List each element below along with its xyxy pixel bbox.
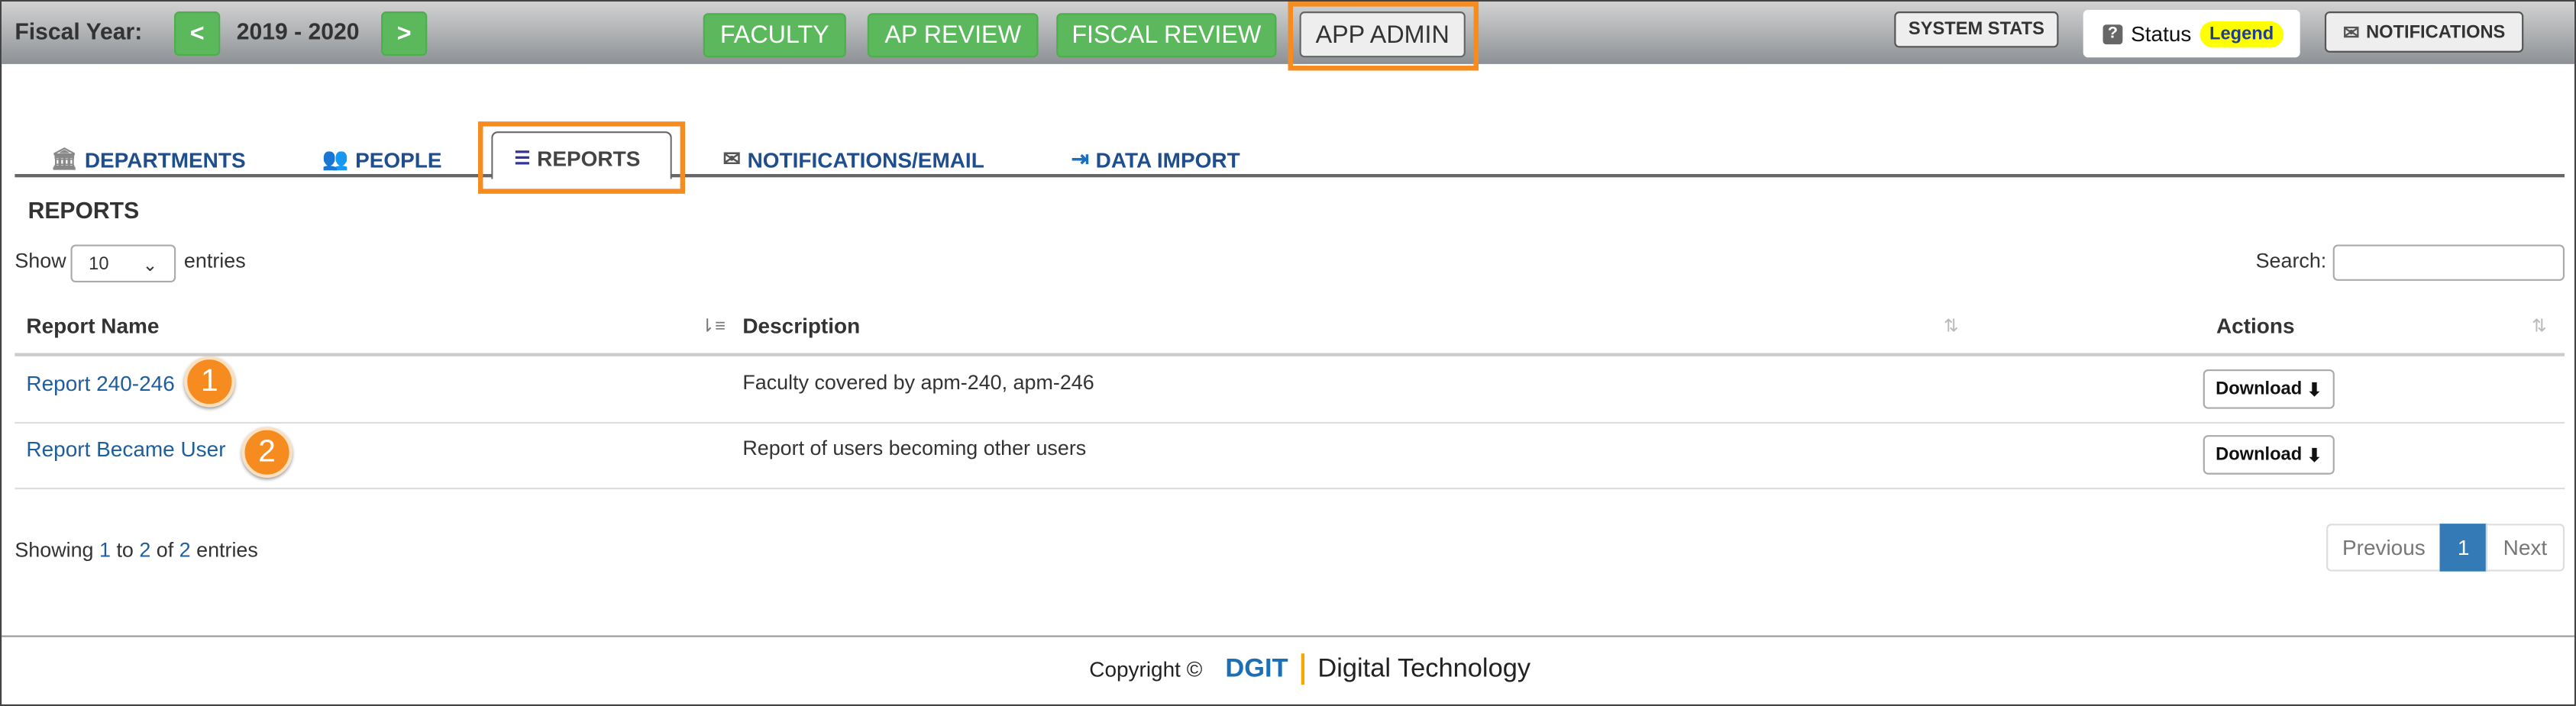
tab-label: DATA IMPORT <box>1095 147 1240 172</box>
copyright-text: Copyright © <box>1089 656 1203 682</box>
callout-badge: 2 <box>241 427 293 478</box>
chevron-down-icon: ⌄ <box>142 256 158 276</box>
column-header-actions[interactable]: Actions <box>2216 314 2295 338</box>
table-info: Showing 1 to 2 of 2 entries <box>15 538 258 562</box>
footer-divider <box>2 635 2574 637</box>
tab-people[interactable]: 👥 PEOPLE <box>322 146 442 172</box>
column-header-description[interactable]: Description <box>742 314 860 338</box>
envelope-icon: ✉ <box>2342 20 2360 44</box>
people-icon: 👥 <box>322 146 349 171</box>
previous-page-button[interactable]: Previous <box>2326 524 2442 572</box>
logo-divider <box>1301 653 1305 685</box>
nav-faculty[interactable]: FACULTY <box>703 13 846 58</box>
report-description: Faculty covered by apm-240, apm-246 <box>742 371 1094 395</box>
tab-data-import[interactable]: ⇥ DATA IMPORT <box>1071 146 1240 172</box>
row-divider <box>15 487 2565 490</box>
show-label: Show <box>15 249 66 273</box>
tab-label: NOTIFICATIONS/EMAIL <box>747 147 984 172</box>
report-link[interactable]: Report Became User <box>26 437 225 461</box>
import-icon: ⇥ <box>1071 146 1090 171</box>
tab-label: DEPARTMENTS <box>84 147 246 172</box>
prev-year-button[interactable]: < <box>174 11 221 56</box>
fiscal-year-value: 2019 - 2020 <box>236 18 360 45</box>
row-divider <box>15 421 2565 424</box>
status-legend-button[interactable]: ? Status Legend <box>2083 9 2300 58</box>
highlight-reports-tab <box>477 121 686 194</box>
download-button[interactable]: Download ⬇ <box>2203 435 2335 475</box>
entries-value: 10 <box>89 254 109 275</box>
next-page-button[interactable]: Next <box>2485 524 2565 572</box>
report-link[interactable]: Report 240-246 <box>26 371 174 395</box>
download-icon: ⬇ <box>2306 446 2322 466</box>
question-icon: ? <box>2102 24 2123 44</box>
footer: Copyright © DGIT Digital Technology <box>1089 653 1530 685</box>
sort-icon[interactable]: ⇅ <box>1944 315 1959 337</box>
notifications-button[interactable]: ✉ NOTIFICATIONS <box>2324 11 2524 53</box>
sort-desc-icon[interactable]: ⇂≡ <box>700 315 726 337</box>
dgit-logo: DGIT <box>1225 654 1288 682</box>
nav-ap-review[interactable]: AP REVIEW <box>867 13 1039 58</box>
sort-icon[interactable]: ⇅ <box>2532 315 2547 337</box>
callout-badge: 1 <box>183 356 235 408</box>
notifications-label: NOTIFICATIONS <box>2366 22 2506 42</box>
nav-app-admin[interactable]: APP ADMIN <box>1299 11 1466 58</box>
system-stats-button[interactable]: SYSTEM STATS <box>1894 11 2059 48</box>
status-label: Status <box>2131 21 2192 47</box>
next-year-button[interactable]: > <box>381 11 428 56</box>
entries-label: entries <box>183 249 246 273</box>
download-label: Download <box>2216 444 2303 465</box>
page-1-button[interactable]: 1 <box>2439 524 2487 572</box>
fiscal-year-label: Fiscal Year: <box>15 18 143 45</box>
search-label: Search: <box>2255 249 2327 273</box>
report-description: Report of users becoming other users <box>742 437 1087 460</box>
search-input[interactable] <box>2332 244 2565 281</box>
tab-underline <box>15 174 2565 178</box>
section-title: REPORTS <box>27 197 140 224</box>
tab-label: PEOPLE <box>355 147 442 172</box>
tab-departments[interactable]: 🏛 DEPARTMENTS <box>51 146 246 172</box>
download-icon: ⬇ <box>2306 380 2322 400</box>
brand-name: Digital Technology <box>1317 654 1531 682</box>
header-divider <box>15 353 2565 356</box>
column-header-report-name[interactable]: Report Name <box>26 314 159 338</box>
envelope-icon: ✉ <box>722 146 741 171</box>
nav-fiscal-review[interactable]: FISCAL REVIEW <box>1056 13 1277 58</box>
entries-select[interactable]: 10 ⌄ <box>70 244 176 283</box>
legend-badge: Legend <box>2199 20 2284 47</box>
download-button[interactable]: Download ⬇ <box>2203 369 2335 409</box>
app-window: Fiscal Year: < 2019 - 2020 > FACULTY AP … <box>0 0 2576 706</box>
download-label: Download <box>2216 379 2303 399</box>
tab-notifications-email[interactable]: ✉ NOTIFICATIONS/EMAIL <box>723 146 984 172</box>
building-icon: 🏛 <box>50 146 79 171</box>
